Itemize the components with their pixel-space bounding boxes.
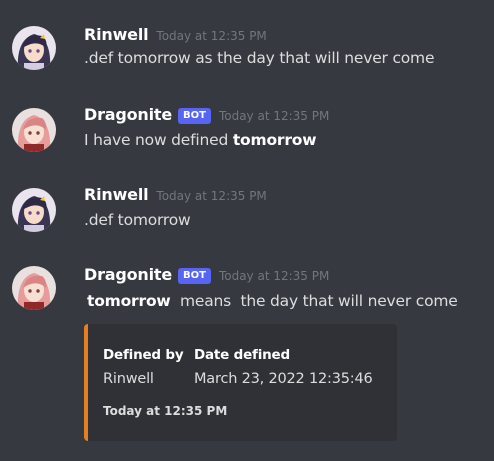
message-text: I have now defined [84, 131, 233, 149]
embed-field-name: Date defined [194, 347, 290, 363]
bold-term: tomorrow [87, 292, 171, 310]
username[interactable]: Rinwell [84, 25, 149, 44]
message-header: Rinwell Today at 12:35 PM [84, 185, 267, 207]
timestamp[interactable]: Today at 12:35 PM [156, 189, 266, 203]
message-header: Dragonite BOT Today at 12:35 PM [84, 105, 329, 127]
timestamp[interactable]: Today at 12:35 PM [156, 29, 266, 43]
timestamp[interactable]: Today at 12:35 PM [219, 109, 329, 123]
rinwell-avatar-icon[interactable] [12, 26, 56, 70]
username[interactable]: Rinwell [84, 185, 149, 204]
bold-term: tomorrow [232, 131, 317, 149]
dragonite-avatar-icon[interactable] [12, 266, 56, 310]
message-content: .def tomorrow [84, 211, 191, 229]
message-content: tomorrow means the day that will never c… [87, 292, 458, 310]
bot-badge: BOT [178, 108, 211, 124]
message-content: .def tomorrow as the day that will never… [84, 49, 435, 67]
message-header: Dragonite BOT Today at 12:35 PM [84, 265, 329, 287]
dragonite-avatar-icon[interactable] [12, 108, 56, 152]
username[interactable]: Dragonite [84, 265, 172, 284]
definition-embed: Defined by Rinwell Date defined March 23… [84, 324, 397, 441]
embed-field-name: Defined by [103, 347, 184, 363]
message-content: I have now defined tomorrow [84, 131, 317, 149]
timestamp[interactable]: Today at 12:35 PM [219, 269, 329, 283]
message-text: means the day that will never come [170, 292, 458, 310]
message-3: Rinwell Today at 12:35 PM .def tomorrow [0, 170, 494, 250]
message-2: Dragonite BOT Today at 12:35 PM I have n… [0, 90, 494, 170]
username[interactable]: Dragonite [84, 105, 172, 124]
message-header: Rinwell Today at 12:35 PM [84, 25, 267, 47]
embed-field-value: Rinwell [103, 371, 154, 387]
message-1: Rinwell Today at 12:35 PM .def tomorrow … [0, 0, 494, 90]
bot-badge: BOT [178, 268, 211, 284]
rinwell-avatar-icon[interactable] [12, 188, 56, 232]
embed-field-value: March 23, 2022 12:35:46 [194, 371, 373, 387]
embed-footer: Today at 12:35 PM [103, 404, 228, 418]
